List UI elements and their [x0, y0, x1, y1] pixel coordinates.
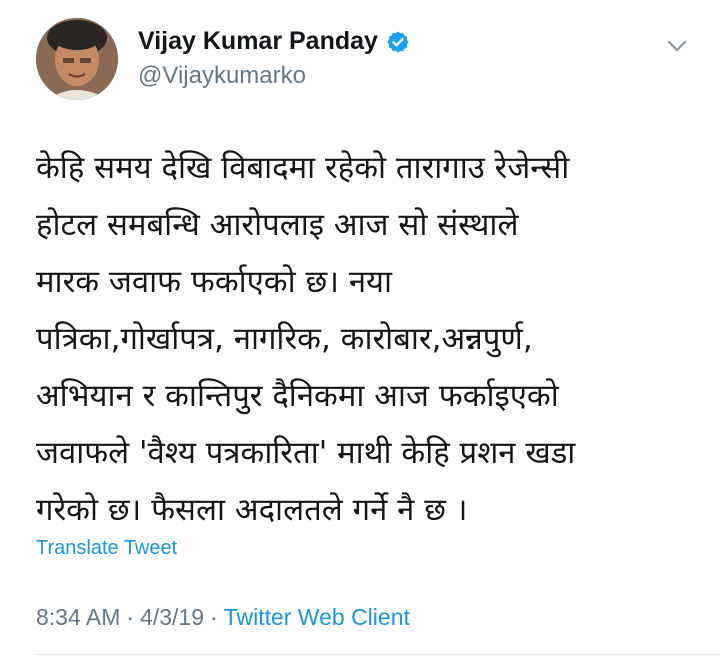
tweet-meta: 8:34 AM · 4/3/19 · Twitter Web Client — [36, 604, 410, 631]
avatar-image — [36, 18, 118, 100]
verified-badge-icon — [387, 31, 409, 52]
avatar[interactable] — [36, 18, 118, 100]
tweet-time[interactable]: 8:34 AM — [36, 604, 120, 631]
tweet-text: केहि समय देखि विबादमा रहेको तारागाउ रेजे… — [36, 140, 696, 539]
chevron-down-icon[interactable] — [664, 36, 690, 56]
translate-tweet-link[interactable]: Translate Tweet — [36, 537, 177, 560]
tweet-card: Vijay Kumar Panday @Vijaykumarko केहि सम… — [0, 0, 720, 663]
tweet-client-link[interactable]: Twitter Web Client — [224, 604, 410, 631]
tweet-date[interactable]: 4/3/19 — [140, 604, 204, 631]
tweet-line: होटल समबन्धि आरोपलाइ आज सो संस्थाले — [36, 207, 519, 243]
tweet-line: जवाफले 'वैश्य पत्रकारिता' माथी केहि प्रश… — [36, 435, 576, 471]
author-row: Vijay Kumar Panday — [138, 27, 410, 56]
tweet-line: पत्रिका,गोर्खापत्र, नागरिक, कारोबार,अन्न… — [36, 321, 533, 357]
tweet-line: अभियान र कान्तिपुर दैनिकमा आज फर्काइएको — [36, 378, 559, 414]
author-handle[interactable]: @Vijaykumarko — [138, 62, 306, 90]
tweet-line: गरेको छ। फैसला अदालतले गर्ने नै छ । — [36, 492, 468, 528]
meta-separator: · — [210, 604, 218, 630]
divider — [36, 654, 720, 655]
meta-separator: · — [126, 604, 135, 630]
author-display-name[interactable]: Vijay Kumar Panday — [138, 27, 378, 56]
tweet-line: केहि समय देखि विबादमा रहेको तारागाउ रेजे… — [36, 150, 570, 186]
tweet-line: मारक जवाफ फर्काएको छ। नया — [36, 264, 393, 300]
